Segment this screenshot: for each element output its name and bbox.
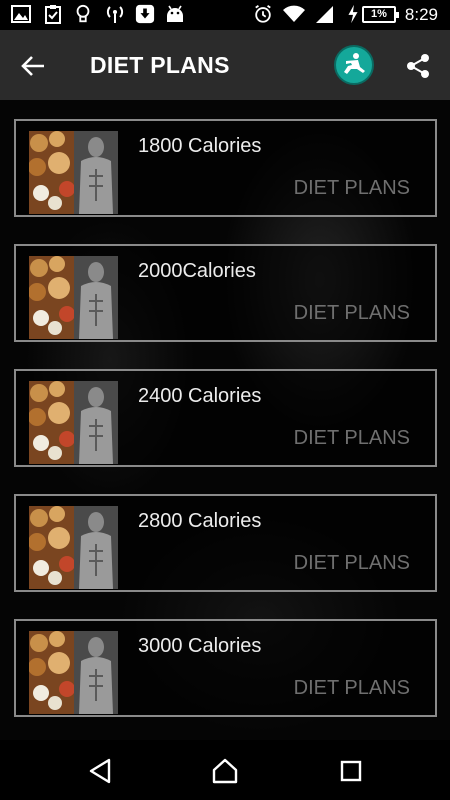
plan-name: 2400 Calories	[138, 385, 262, 407]
lightbulb-icon	[76, 4, 90, 23]
list-item[interactable]: 2800 Calories DIET PLANS	[14, 494, 437, 592]
plan-name: 1800 Calories	[138, 135, 262, 157]
share-icon[interactable]	[404, 52, 432, 80]
image-icon	[11, 5, 31, 23]
wifi-icon	[283, 5, 305, 22]
plan-thumbnail	[29, 256, 118, 339]
plan-thumbnail	[29, 131, 118, 214]
download-icon	[135, 4, 155, 24]
signal-icon	[316, 6, 333, 23]
android-icon	[167, 5, 183, 22]
list-item[interactable]: 3000 Calories DIET PLANS	[14, 619, 437, 717]
list-item[interactable]: 2000Calories DIET PLANS	[14, 244, 437, 342]
status-bar: 1% 8:29	[0, 0, 450, 30]
plan-thumbnail	[29, 381, 118, 464]
plan-thumbnail	[29, 631, 118, 714]
list-item[interactable]: 2400 Calories DIET PLANS	[14, 369, 437, 467]
status-clock: 8:29	[404, 5, 438, 24]
arrow-left-icon[interactable]	[18, 51, 48, 81]
fitness-logo-icon	[344, 53, 365, 74]
plan-name: 3000 Calories	[138, 635, 262, 657]
page-title: DIET PLANS	[90, 52, 230, 78]
battery-indicator: 1%	[362, 6, 399, 23]
home-icon[interactable]	[210, 756, 240, 786]
diet-plan-list: 1800 Calories DIET PLANS 2000Calories DI…	[0, 100, 450, 740]
plan-category: DIET PLANS	[293, 177, 410, 199]
plan-name: 2800 Calories	[138, 510, 262, 532]
triangle-back-icon[interactable]	[86, 756, 116, 786]
charging-icon	[348, 4, 358, 24]
plan-category: DIET PLANS	[293, 302, 410, 324]
plan-category: DIET PLANS	[293, 552, 410, 574]
list-item[interactable]: 1800 Calories DIET PLANS	[14, 119, 437, 217]
plan-category: DIET PLANS	[293, 677, 410, 699]
clipboard-check-icon	[45, 5, 61, 24]
square-recents-icon[interactable]	[336, 756, 366, 786]
app-screen: 1% 8:29 DIET PLANS 1800 Calories DIET PL…	[0, 0, 450, 800]
fitness-logo-button[interactable]	[334, 45, 374, 85]
plan-thumbnail	[29, 506, 118, 589]
plan-category: DIET PLANS	[293, 427, 410, 449]
alarm-icon	[255, 5, 271, 23]
hotspot-icon	[106, 6, 124, 23]
plan-name: 2000Calories	[138, 260, 256, 282]
navigation-bar	[0, 740, 450, 800]
action-bar: DIET PLANS	[0, 30, 450, 100]
